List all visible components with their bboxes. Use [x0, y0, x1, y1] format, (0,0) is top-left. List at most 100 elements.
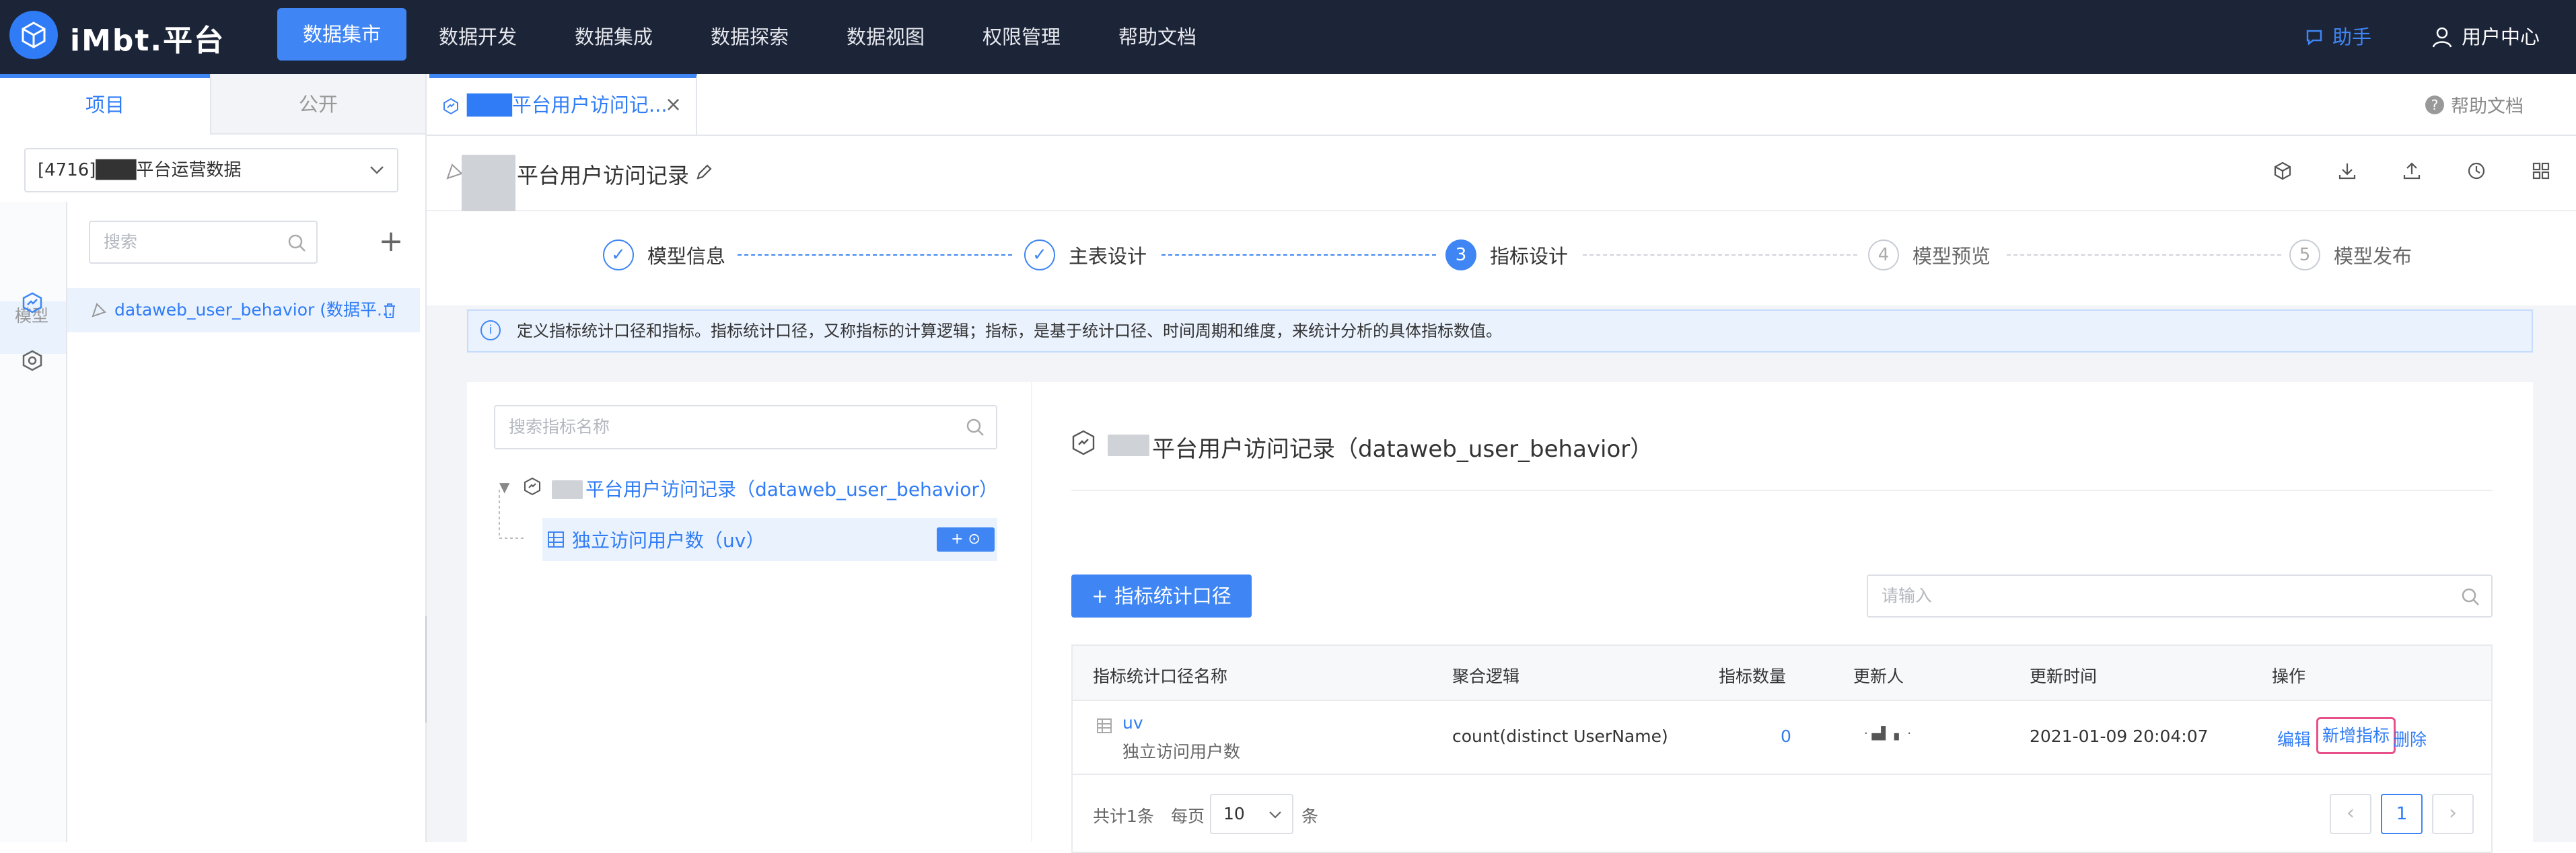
- step-model-info[interactable]: ✓ 模型信息: [603, 239, 725, 270]
- step-metric-design[interactable]: 3 指标设计: [1445, 239, 1568, 270]
- page-title: 平台用户访问记录: [517, 163, 690, 188]
- caliber-search-placeholder: 请输入: [1882, 586, 1933, 605]
- delete-link[interactable]: 删除: [2393, 727, 2427, 751]
- model-tab-icon: [443, 98, 458, 115]
- page-size-value: 10: [1223, 804, 1245, 823]
- search-icon: [2462, 588, 2479, 605]
- history-icon[interactable]: [2463, 157, 2490, 184]
- download-icon[interactable]: [2334, 157, 2361, 184]
- metric-count-link[interactable]: 0: [1781, 727, 1791, 746]
- per-page-label: 每页: [1171, 807, 1205, 826]
- table-icon: [1097, 718, 1112, 733]
- step-number: 5: [2289, 239, 2320, 270]
- updated-by-value: · ▄▌ ▖ ·: [1864, 727, 1912, 741]
- upload-icon[interactable]: [2398, 157, 2425, 184]
- redacted-block: [552, 480, 583, 499]
- cube-icon[interactable]: [2269, 157, 2296, 184]
- metric-search-placeholder: 搜索指标名称: [509, 417, 610, 437]
- main-area: ███平台用户访问记... × ? 帮助文档 平台用户访问记录 ✓ 模型信息 ✓…: [427, 74, 2576, 853]
- page-size-select[interactable]: 10: [1210, 794, 1293, 834]
- tree-child-label: 独立访问用户数（uv）: [572, 529, 765, 552]
- add-model-button[interactable]: +: [374, 225, 408, 258]
- chevron-down-icon: [370, 166, 384, 174]
- add-metric-link[interactable]: 新增指标: [2316, 717, 2396, 754]
- logo-icon: [9, 11, 58, 59]
- col-header-updated-by: 更新人: [1853, 667, 1904, 686]
- step-label: 模型信息: [647, 245, 726, 268]
- col-header-count: 指标数量: [1719, 667, 1787, 686]
- prev-page-button[interactable]: ‹: [2330, 794, 2371, 834]
- model-search-input[interactable]: 搜索: [89, 221, 318, 264]
- next-page-button[interactable]: ›: [2432, 794, 2474, 834]
- col-header-logic: 聚合逻辑: [1452, 667, 1520, 686]
- step-main-table[interactable]: ✓ 主表设计: [1024, 239, 1147, 270]
- col-header-updated-at: 更新时间: [2030, 667, 2098, 686]
- model-list-icon[interactable]: [20, 291, 44, 315]
- metrics-icon[interactable]: [20, 348, 44, 373]
- tab-project[interactable]: 项目: [0, 74, 210, 135]
- add-metric-caliber-button[interactable]: + 指标统计口径: [1071, 574, 1252, 618]
- project-select[interactable]: [4716]███平台运营数据: [24, 148, 398, 192]
- step-model-publish[interactable]: 5 模型发布: [2289, 239, 2412, 270]
- search-icon: [966, 418, 984, 436]
- table-icon: [548, 531, 564, 548]
- table-row: uv 独立访问用户数 count(distinct UserName) 0 · …: [1071, 701, 2493, 775]
- nav-data-integration[interactable]: 数据集成: [560, 0, 668, 74]
- step-number: 3: [1445, 239, 1476, 270]
- help-doc-link[interactable]: ? 帮助文档: [2425, 91, 2524, 118]
- caliber-search-input[interactable]: 请输入: [1867, 574, 2493, 618]
- model-header: 平台用户访问记录: [427, 136, 2576, 225]
- step-connector: [1583, 254, 1857, 256]
- caliber-logic: count(distinct UserName): [1452, 727, 1668, 746]
- info-icon: i: [480, 320, 501, 340]
- model-tab-label: ███平台用户访问记...: [467, 94, 668, 116]
- project-select-value: [4716]███平台运营数据: [38, 160, 242, 180]
- close-tab-icon[interactable]: ×: [665, 78, 682, 132]
- step-connector: [2007, 254, 2281, 256]
- nav-data-view[interactable]: 数据视图: [832, 0, 939, 74]
- step-label: 模型预览: [1912, 245, 1991, 268]
- nav-permission[interactable]: 权限管理: [968, 0, 1075, 74]
- user-center-button[interactable]: 用户中心: [2431, 0, 2540, 74]
- step-model-preview[interactable]: 4 模型预览: [1868, 239, 1991, 270]
- top-navbar: iMbt.平台 数据集市 数据开发 数据集成 数据探索 数据视图 权限管理 帮助…: [0, 0, 2576, 74]
- step-connector: [738, 254, 1012, 256]
- model-list-item[interactable]: dataweb_user_behavior (数据平...: [67, 288, 420, 332]
- trash-icon[interactable]: [382, 303, 397, 319]
- check-icon: ✓: [603, 239, 634, 270]
- model-node-icon: [524, 477, 540, 496]
- total-count: 共计1条: [1093, 807, 1154, 826]
- metric-tree-panel: 搜索指标名称 ▼ 平台用户访问记录（dataweb_user_behavior）…: [467, 382, 1031, 842]
- nav-data-explore[interactable]: 数据探索: [696, 0, 803, 74]
- nav-help-docs[interactable]: 帮助文档: [1104, 0, 1211, 74]
- assistant-button[interactable]: 助手: [2304, 0, 2371, 74]
- page-tabbar: ███平台用户访问记... × ? 帮助文档: [427, 74, 2576, 136]
- step-indicator: ✓ 模型信息 ✓ 主表设计 3 指标设计 4 模型预览 5 模型发布: [427, 211, 2576, 305]
- search-icon: [288, 234, 306, 252]
- add-metric-mini-button[interactable]: + ⊙: [937, 527, 995, 552]
- edit-link[interactable]: 编辑: [2277, 727, 2311, 751]
- grid-icon[interactable]: [2528, 157, 2554, 184]
- tab-public[interactable]: 公开: [210, 74, 425, 135]
- col-header-actions: 操作: [2272, 667, 2306, 686]
- pagination-bar: 共计1条 每页 10 条 ‹ 1 ›: [1071, 775, 2493, 853]
- tab-model-page[interactable]: ███平台用户访问记... ×: [429, 74, 697, 135]
- metric-search-input[interactable]: 搜索指标名称: [494, 405, 997, 449]
- redacted-block: [1108, 435, 1149, 456]
- caliber-subname: 独立访问用户数: [1122, 742, 1241, 762]
- page-number-button[interactable]: 1: [2381, 794, 2423, 834]
- assistant-label: 助手: [2332, 26, 2372, 48]
- collapse-caret-icon[interactable]: ▼: [499, 479, 509, 495]
- chat-icon: [2306, 30, 2322, 46]
- chevron-down-icon: [1269, 811, 1281, 819]
- model-search-placeholder: 搜索: [104, 232, 138, 252]
- step-connector: [1161, 254, 1436, 256]
- user-center-label: 用户中心: [2462, 26, 2540, 48]
- nav-data-market[interactable]: 数据集市: [277, 8, 406, 61]
- tree-child-node[interactable]: 独立访问用户数（uv） + ⊙: [542, 518, 997, 561]
- help-circle-icon: ?: [2425, 95, 2444, 114]
- nav-data-dev[interactable]: 数据开发: [424, 0, 532, 74]
- caliber-name-link[interactable]: uv: [1122, 713, 1143, 733]
- tree-root-label[interactable]: 平台用户访问记录（dataweb_user_behavior）: [585, 475, 998, 502]
- edit-icon[interactable]: [694, 163, 713, 182]
